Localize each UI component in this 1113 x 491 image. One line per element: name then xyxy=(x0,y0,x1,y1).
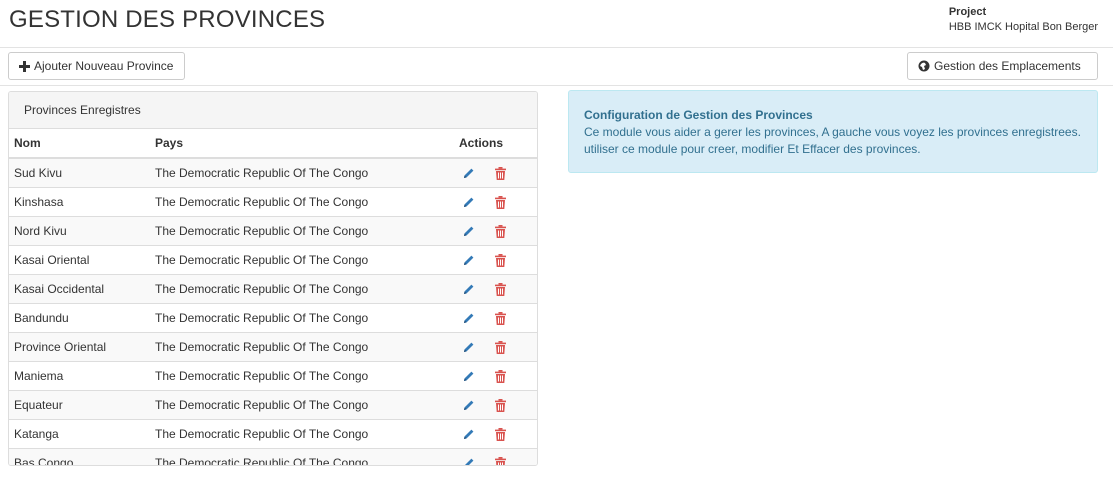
toolbar: Ajouter Nouveau Province Gestion des Emp… xyxy=(0,48,1113,86)
manage-locations-label: Gestion des Emplacements xyxy=(934,59,1081,73)
trash-icon[interactable] xyxy=(495,340,506,354)
table-row: Sud Kivu The Democratic Republic Of The C… xyxy=(9,157,537,188)
pencil-icon[interactable] xyxy=(463,370,475,382)
manage-locations-button[interactable]: Gestion des Emplacements xyxy=(907,52,1098,80)
pencil-icon[interactable] xyxy=(463,254,475,266)
pencil-icon[interactable] xyxy=(463,225,475,237)
page-header: GESTION DES PROVINCES Project HBB IMCK H… xyxy=(0,0,1113,48)
row-actions xyxy=(454,216,537,246)
info-alert: Configuration de Gestion des Provinces C… xyxy=(568,90,1098,173)
provinces-panel: Provinces Enregistres Nom Pays Actions S… xyxy=(8,91,538,466)
row-actions xyxy=(454,303,537,333)
table-row: Kinshasa The Democratic Republic Of The C… xyxy=(9,187,537,217)
table-row: Bandundu The Democratic Republic Of The C… xyxy=(9,303,537,333)
info-title: Configuration de Gestion des Provinces xyxy=(584,108,813,122)
row-actions xyxy=(454,157,537,188)
table-row: Bas Congo The Democratic Republic Of The … xyxy=(9,448,537,465)
province-country: The Democratic Republic Of The Congo xyxy=(150,245,454,275)
province-name: Equateur xyxy=(9,390,150,420)
province-country: The Democratic Republic Of The Congo xyxy=(150,390,454,420)
row-actions xyxy=(454,274,537,304)
row-actions xyxy=(454,361,537,391)
province-name: Kinshasa xyxy=(9,187,150,217)
trash-icon[interactable] xyxy=(495,456,506,465)
province-name: Maniema xyxy=(9,361,150,391)
column-header-country: Pays xyxy=(150,129,454,159)
province-name: Bas Congo xyxy=(9,448,150,465)
table-row: Maniema The Democratic Republic Of The Co… xyxy=(9,361,537,391)
row-actions xyxy=(454,187,537,217)
trash-icon[interactable] xyxy=(495,253,506,267)
trash-icon[interactable] xyxy=(495,224,506,238)
provinces-table: Nom Pays Actions Sud Kivu The Democratic … xyxy=(9,129,537,465)
row-actions xyxy=(454,245,537,275)
province-name: Province Oriental xyxy=(9,332,150,362)
pencil-icon[interactable] xyxy=(463,341,475,353)
province-country: The Democratic Republic Of The Congo xyxy=(150,157,454,188)
pencil-icon[interactable] xyxy=(463,399,475,411)
row-actions xyxy=(454,390,537,420)
province-country: The Democratic Republic Of The Congo xyxy=(150,303,454,333)
pencil-icon[interactable] xyxy=(463,167,475,179)
table-row: Equateur The Democratic Republic Of The C… xyxy=(9,390,537,420)
column-header-actions: Actions xyxy=(454,129,537,159)
province-name: Kasai Oriental xyxy=(9,245,150,275)
page-title: GESTION DES PROVINCES xyxy=(9,6,326,33)
table-row: Kasai Oriental The Democratic Republic Of… xyxy=(9,245,537,275)
plus-icon xyxy=(19,60,30,72)
province-name: Bandundu xyxy=(9,303,150,333)
province-name: Katanga xyxy=(9,419,150,449)
pencil-icon[interactable] xyxy=(463,196,475,208)
province-name: Kasai Occidental xyxy=(9,274,150,304)
table-header-row: Nom Pays Actions xyxy=(9,129,537,159)
province-country: The Democratic Republic Of The Congo xyxy=(150,361,454,391)
trash-icon[interactable] xyxy=(495,311,506,325)
row-actions xyxy=(454,419,537,449)
add-province-button[interactable]: Ajouter Nouveau Province xyxy=(8,52,185,80)
province-name: Sud Kivu xyxy=(9,157,150,188)
trash-icon[interactable] xyxy=(495,166,506,180)
trash-icon[interactable] xyxy=(495,195,506,209)
project-label: Project xyxy=(948,6,987,18)
province-country: The Democratic Republic Of The Congo xyxy=(150,332,454,362)
pencil-icon[interactable] xyxy=(463,312,475,324)
table-row: Province Oriental The Democratic Republic… xyxy=(9,332,537,362)
province-name: Nord Kivu xyxy=(9,216,150,246)
table-row: Nord Kivu The Democratic Republic Of The … xyxy=(9,216,537,246)
row-actions xyxy=(454,448,537,465)
table-row: Kasai Occidental The Democratic Republic … xyxy=(9,274,537,304)
add-province-label: Ajouter Nouveau Province xyxy=(34,59,174,73)
trash-icon[interactable] xyxy=(495,282,506,296)
project-name: HBB IMCK Hopital Bon Berger xyxy=(948,21,1098,33)
table-row: Katanga The Democratic Republic Of The Co… xyxy=(9,419,537,449)
row-actions xyxy=(454,332,537,362)
info-body: Ce module vous aider a gerer les provinc… xyxy=(584,125,1081,156)
globe-icon xyxy=(918,60,930,72)
pencil-icon[interactable] xyxy=(463,283,475,295)
province-country: The Democratic Republic Of The Congo xyxy=(150,419,454,449)
pencil-icon[interactable] xyxy=(463,428,475,440)
project-info: Project HBB IMCK Hopital Bon Berger xyxy=(949,5,1098,35)
province-country: The Democratic Republic Of The Congo xyxy=(150,216,454,246)
trash-icon[interactable] xyxy=(495,369,506,383)
trash-icon[interactable] xyxy=(495,398,506,412)
panel-heading: Provinces Enregistres xyxy=(9,92,537,129)
province-country: The Democratic Republic Of The Congo xyxy=(150,274,454,304)
pencil-icon[interactable] xyxy=(463,457,475,465)
column-header-name: Nom xyxy=(9,129,150,159)
province-country: The Democratic Republic Of The Congo xyxy=(150,187,454,217)
trash-icon[interactable] xyxy=(495,427,506,441)
province-country: The Democratic Republic Of The Congo xyxy=(150,448,454,465)
